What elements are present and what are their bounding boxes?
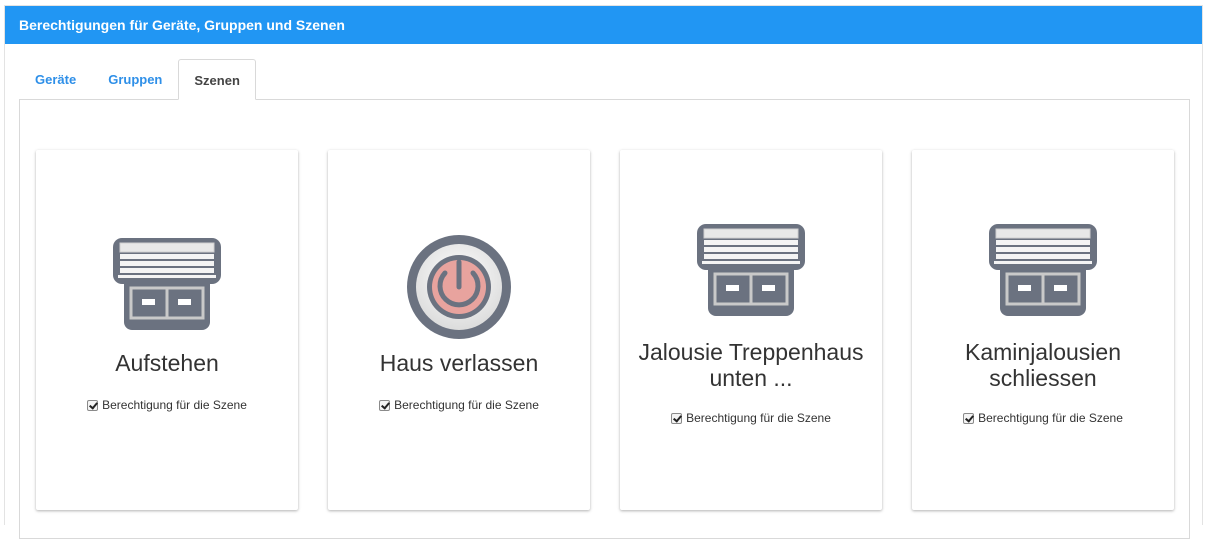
blind-icon xyxy=(620,218,882,322)
permission-checkbox[interactable] xyxy=(963,412,975,424)
permission-checkbox[interactable] xyxy=(671,412,683,424)
permissions-panel: Berechtigungen für Geräte, Gruppen und S… xyxy=(4,5,1203,539)
tab-bar: Geräte Gruppen Szenen xyxy=(19,59,256,100)
permission-row: Berechtigung für die Szene xyxy=(36,398,298,412)
tab-geraete[interactable]: Geräte xyxy=(19,59,92,100)
scene-title: Jalousie Treppenhaus unten ... xyxy=(620,339,882,391)
scene-title: Kaminjalousien schliessen xyxy=(912,339,1174,391)
tab-gruppen[interactable]: Gruppen xyxy=(92,59,178,100)
permission-row: Berechtigung für die Szene xyxy=(620,411,882,425)
scene-card-kaminjalousien: Kaminjalousien schliessen Berechtigung f… xyxy=(912,150,1174,510)
permission-checkbox[interactable] xyxy=(379,399,391,411)
permission-row: Berechtigung für die Szene xyxy=(328,398,590,412)
scene-card-jalousie-treppenhaus: Jalousie Treppenhaus unten ... Berechtig… xyxy=(620,150,882,510)
power-icon xyxy=(328,232,590,342)
permission-label: Berechtigung für die Szene xyxy=(102,398,247,412)
permission-checkbox[interactable] xyxy=(87,399,99,411)
tab-szenen[interactable]: Szenen xyxy=(178,59,256,100)
scene-title: Haus verlassen xyxy=(379,350,539,376)
scene-title-line-2: unten ... xyxy=(709,365,793,391)
scene-card-aufstehen: Aufstehen Berechtigung für die Szene xyxy=(36,150,298,510)
permission-row: Berechtigung für die Szene xyxy=(912,411,1174,425)
permission-label: Berechtigung für die Szene xyxy=(978,411,1123,425)
permission-label: Berechtigung für die Szene xyxy=(394,398,539,412)
scene-title: Aufstehen xyxy=(115,350,219,376)
scene-title-line-1: Jalousie Treppenhaus xyxy=(638,339,864,365)
permission-label: Berechtigung für die Szene xyxy=(686,411,831,425)
scene-title-line-1: Kaminjalousien xyxy=(965,339,1121,365)
scene-card-haus-verlassen: Haus verlassen Berechtigung für die Szen… xyxy=(328,150,590,510)
panel-title: Berechtigungen für Geräte, Gruppen und S… xyxy=(5,6,1202,44)
scenes-tab-content: Aufstehen Berechtigung für die Szene Hau… xyxy=(19,99,1190,539)
blind-icon xyxy=(36,232,298,336)
scene-title-line-2: schliessen xyxy=(989,365,1097,391)
blind-icon xyxy=(912,218,1174,322)
